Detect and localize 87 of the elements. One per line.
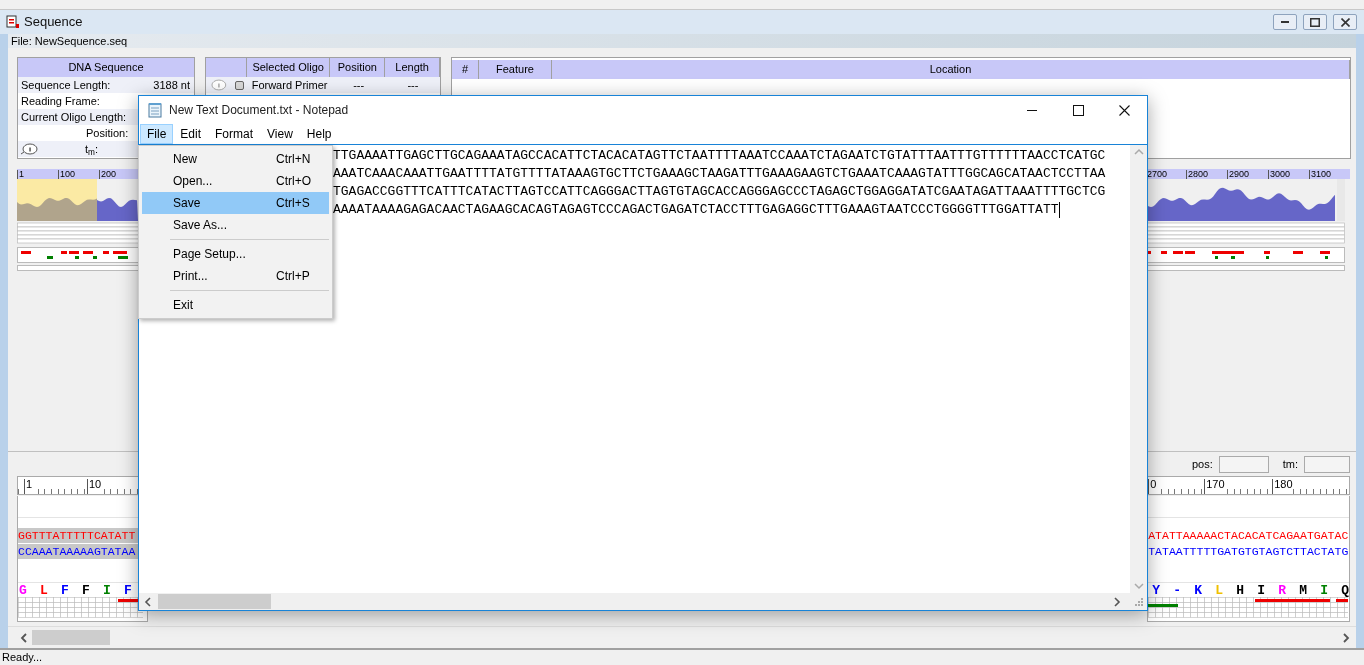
amino-acid-letter: I [103, 583, 112, 597]
column-header: Location [552, 60, 1350, 79]
input-field[interactable] [1304, 455, 1350, 473]
field-value: 3188 nt [153, 77, 191, 93]
amino-acid-letter: Q [1341, 583, 1349, 597]
text-cursor [1058, 202, 1060, 218]
amino-acid-letter: F [61, 583, 70, 597]
amino-acid-letter: F [82, 583, 91, 597]
resize-grip-icon[interactable] [1134, 596, 1144, 607]
menu-option[interactable]: Save Ctrl+S [142, 192, 329, 214]
amino-acid-letter: R [1278, 583, 1287, 597]
amino-acid-letter: G [19, 583, 28, 597]
window-title: Sequence [24, 13, 83, 32]
input-field[interactable] [1218, 455, 1269, 473]
scroll-up-icon[interactable] [1133, 148, 1144, 156]
field-label: pos: [1191, 456, 1213, 472]
menu-option[interactable]: Page Setup... [142, 243, 329, 265]
scroll-thumb[interactable] [158, 594, 271, 609]
panel-header: DNA Sequence [18, 58, 194, 77]
status-text: Ready... [2, 650, 43, 665]
scroll-right-icon[interactable] [1340, 631, 1352, 644]
menu-option[interactable]: Print... Ctrl+P [142, 265, 329, 287]
text-line: AAATCAAACAAATTGAATTTTATGTTTTATAAAGTGCTTCTGAAAGCTAAGATTTGAAAGAAGTCTGAAATCAAAGTATTTGGCAGCATAACTCCTTAA [333, 165, 1106, 183]
amino-acid-letter: H [1236, 583, 1245, 597]
menu-item[interactable]: Edit [173, 124, 209, 144]
field-label: Sequence Length: [20, 77, 111, 93]
info-icon[interactable] [209, 79, 227, 91]
amino-acid-letter: Y [1152, 583, 1161, 597]
field-label: Reading Frame: [20, 93, 100, 109]
text-line: AAAATAAAAGAGACAACTAGAAGCACAGTAGAGTCCCAGACTGAGATCTACCTTTGAGAGGCTTTGAAAGTAATCCCTGGGGTTTGGATTATT [333, 201, 1059, 219]
column-header: # [452, 60, 479, 79]
restore-button[interactable] [1303, 14, 1327, 30]
vertical-scrollbar[interactable] [1130, 145, 1147, 593]
maximize-icon [1072, 104, 1084, 116]
table-cell-text: Forward Primer [250, 77, 329, 93]
checkbox[interactable] [234, 80, 244, 90]
menu-item[interactable]: File [140, 124, 174, 144]
close-icon [1340, 17, 1350, 27]
menu-item[interactable]: Format [208, 124, 261, 144]
maximize-icon [1310, 17, 1320, 27]
ruler-label: 2900 [1227, 170, 1268, 179]
menu-option[interactable]: Save As... [142, 214, 329, 236]
ruler-label: 2800 [1186, 170, 1227, 179]
minimize-button[interactable] [1273, 14, 1297, 30]
field-label: tm: [1282, 456, 1298, 472]
table-cell-text: --- [406, 77, 420, 93]
file-label: File: NewSequence.seq [11, 33, 128, 49]
amino-acid-letter: K [1194, 583, 1203, 597]
close-button[interactable] [1333, 14, 1357, 30]
field-label: Position: [85, 125, 129, 141]
column-header: Feature [479, 60, 552, 79]
table-cell-text: --- [352, 77, 366, 93]
ruler-label: 170 [1204, 479, 1225, 494]
close-icon [1118, 104, 1130, 116]
scroll-right-icon[interactable] [1112, 596, 1122, 607]
field-label: t$_{m}$: [84, 141, 98, 158]
document-icon [6, 15, 20, 29]
field-label: Current Oligo Length: [20, 109, 127, 125]
ruler-label: 10 [87, 479, 102, 494]
minimize-icon [1281, 21, 1289, 23]
amino-acid-letter: I [1257, 583, 1266, 597]
ruler-label: 1 [24, 479, 33, 494]
scroll-left-icon[interactable] [18, 631, 30, 644]
scroll-down-icon[interactable] [1133, 582, 1144, 590]
text-line: TTGAAAATTGAGCTTGCAGAAATAGCCACATTCTACACATAGTTCTAATTTTAAATCCAAATCTAGAATCTGTATTTAATTTGTTTTTTAACCTCATGC [333, 147, 1106, 165]
amino-acid-letter: L [40, 583, 49, 597]
ruler-label: 180 [1272, 479, 1293, 494]
horizontal-scrollbar[interactable] [8, 626, 1356, 648]
notepad-icon [147, 102, 163, 118]
minimize-icon [1027, 109, 1037, 111]
menu-item[interactable]: Help [299, 124, 339, 144]
text-line: TGAGACCGGTTTCATTTCATACTTAGTCCATTCAGGGACTTAGTGTAGCACCAGGGAGCCCTAGAGCTGGAGGATATCGAATAGATTAAATTTTGCTCG [333, 183, 1106, 201]
scroll-thumb[interactable] [32, 630, 110, 645]
amino-acid-letter: M [1299, 583, 1308, 597]
window-title: New Text Document.txt - Notepad [169, 102, 349, 119]
info-icon[interactable] [20, 143, 38, 155]
ruler-label: 3000 [1268, 170, 1309, 179]
horizontal-scrollbar[interactable] [139, 593, 1147, 610]
menu-item[interactable]: View [260, 124, 300, 144]
menu-option[interactable]: New Ctrl+N [142, 148, 329, 170]
amino-acid-letter: F [124, 583, 132, 597]
amino-acid-letter: L [1215, 583, 1224, 597]
menu-option[interactable]: Exit [142, 294, 329, 316]
amino-acid-letter: - [1173, 583, 1182, 597]
scroll-left-icon[interactable] [143, 596, 153, 607]
menu-option[interactable]: Open... Ctrl+O [142, 170, 329, 192]
amino-acid-letter: I [1320, 583, 1329, 597]
